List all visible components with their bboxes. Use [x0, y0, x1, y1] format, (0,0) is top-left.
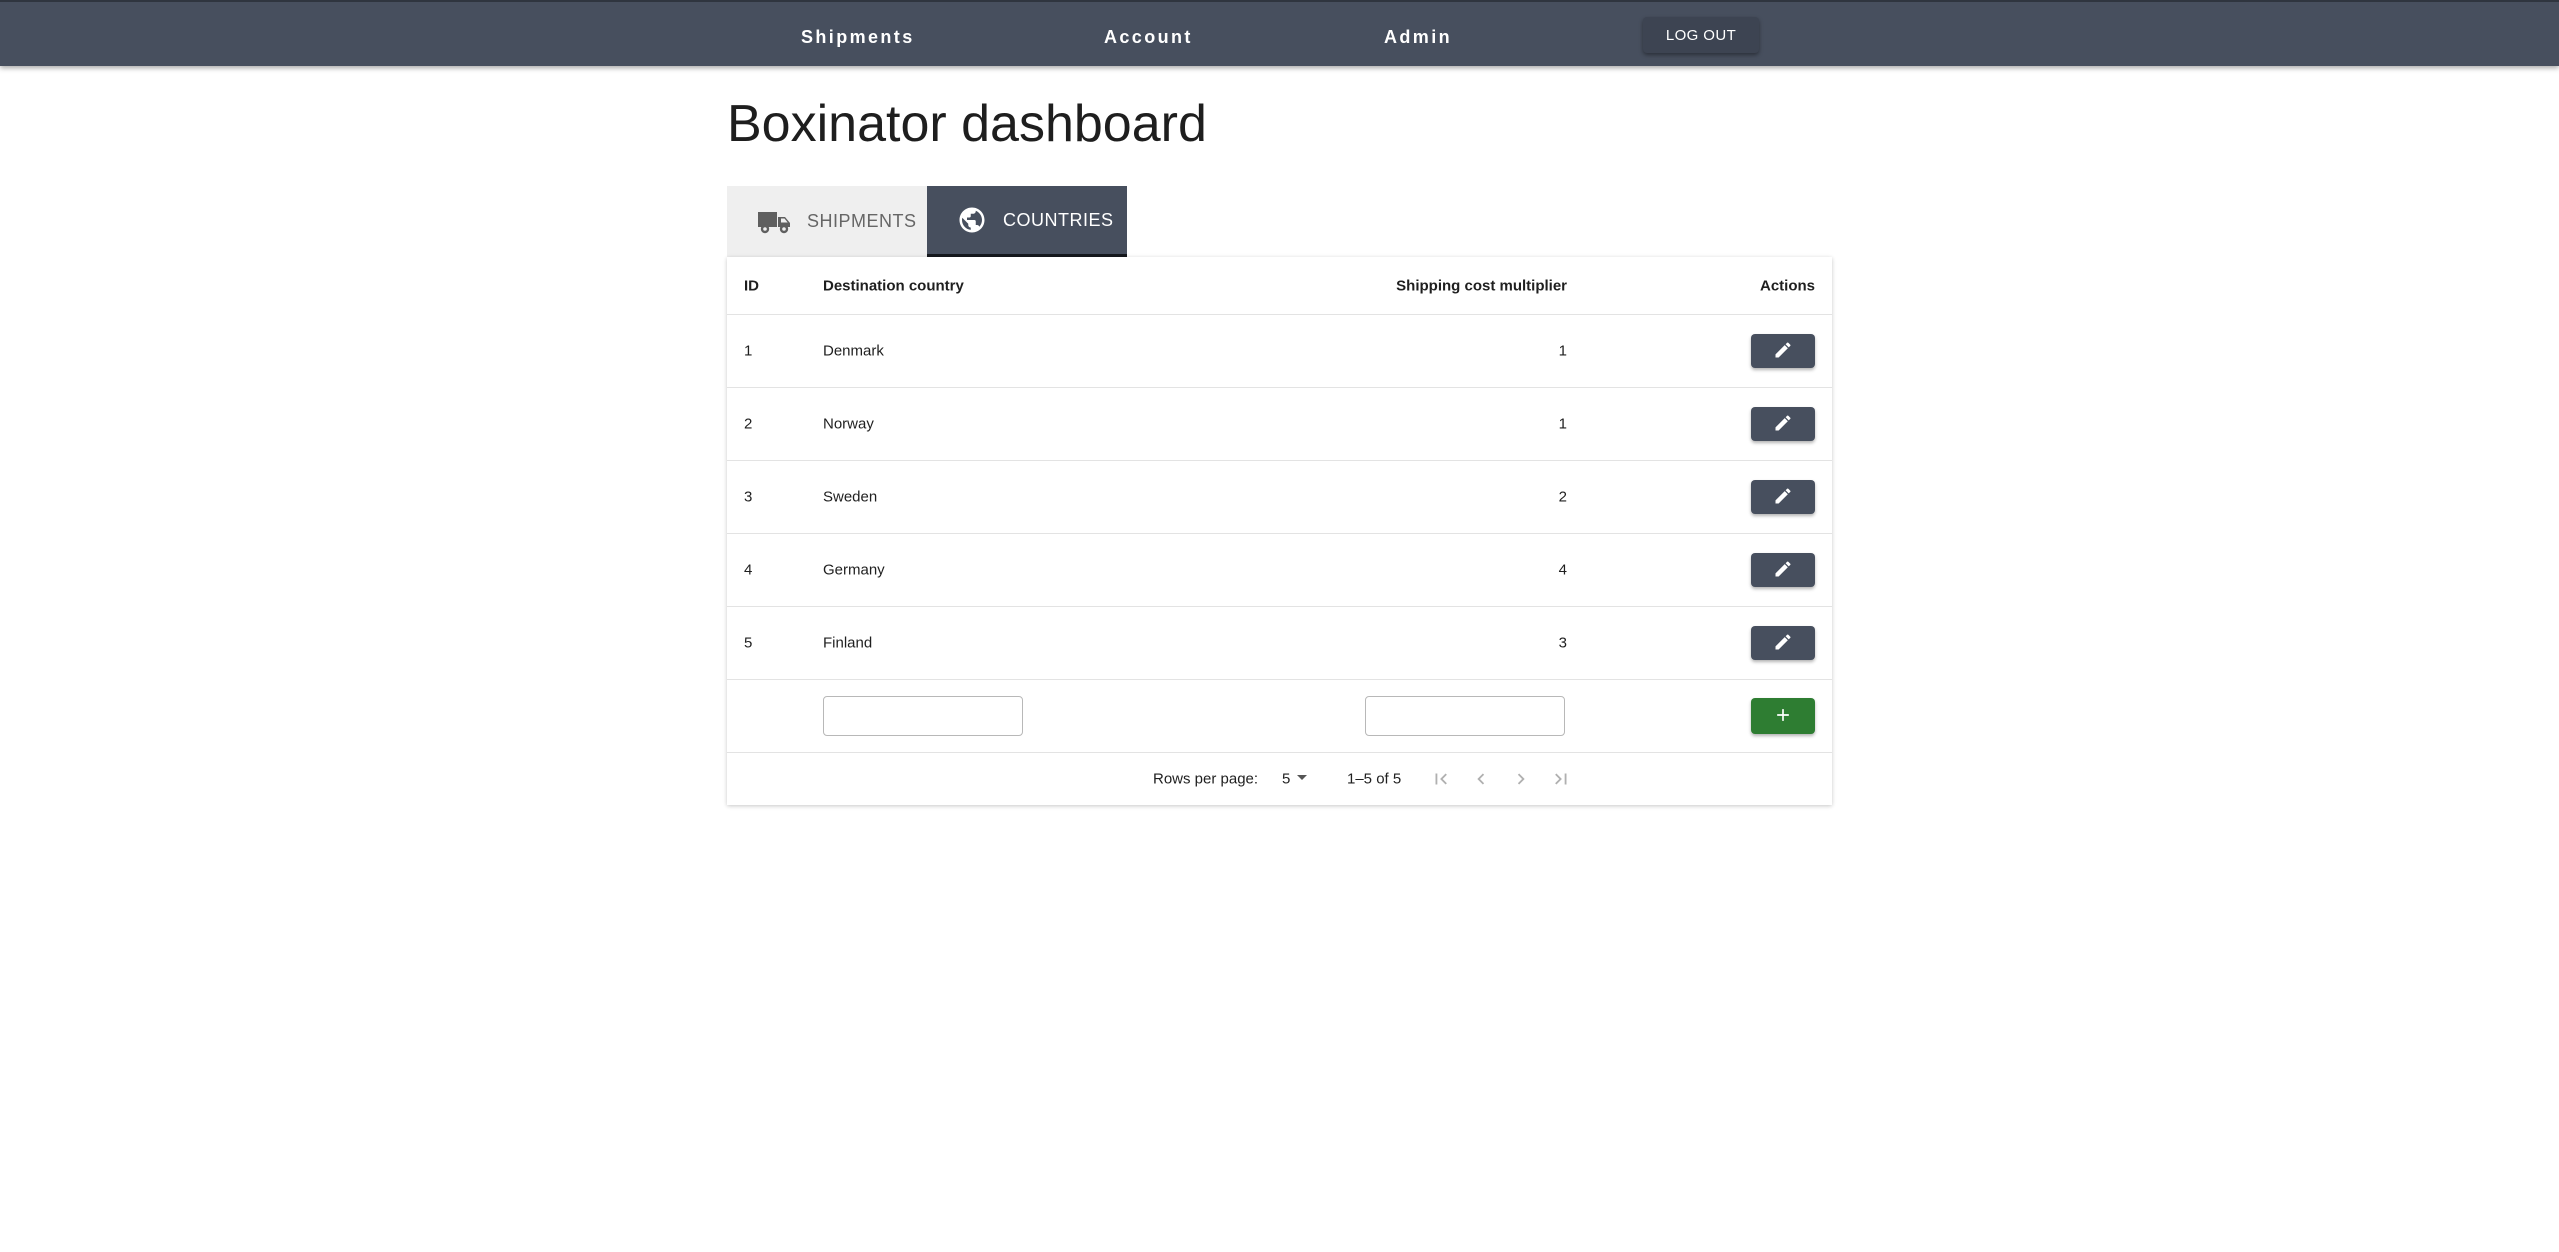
- cell-multiplier: 1: [1558, 342, 1567, 360]
- tab-countries[interactable]: COUNTRIES: [927, 186, 1127, 257]
- add-country-button[interactable]: [1751, 698, 1815, 734]
- countries-table: ID Destination country Shipping cost mul…: [727, 257, 1832, 805]
- nav-link-account[interactable]: Account: [1104, 27, 1193, 48]
- first-page-icon[interactable]: [1427, 765, 1455, 793]
- cell-country: Finland: [823, 634, 873, 652]
- pencil-icon: [1773, 413, 1793, 436]
- table-row: 3 Sweden 2: [727, 461, 1832, 534]
- table-row: 1 Denmark 1: [727, 315, 1832, 388]
- pencil-icon: [1773, 486, 1793, 509]
- cell-country: Sweden: [823, 488, 878, 506]
- cell-id: 5: [744, 634, 753, 652]
- table-row: 2 Norway 1: [727, 388, 1832, 461]
- edit-button[interactable]: [1751, 407, 1815, 441]
- top-navigation-bar: Shipments Account Admin LOG OUT: [0, 0, 2559, 66]
- cell-id: 1: [744, 342, 753, 360]
- last-page-icon[interactable]: [1547, 765, 1575, 793]
- column-header-destination-country: Destination country: [823, 277, 964, 294]
- table-pagination: Rows per page: 5 1–5 of 5: [727, 753, 1832, 805]
- edit-button[interactable]: [1751, 553, 1815, 587]
- cell-id: 4: [744, 561, 753, 579]
- nav-link-shipments[interactable]: Shipments: [801, 27, 915, 48]
- edit-button[interactable]: [1751, 480, 1815, 514]
- table-row: 4 Germany 4: [727, 534, 1832, 607]
- tab-countries-label: COUNTRIES: [1003, 209, 1114, 230]
- globe-icon: [957, 205, 987, 235]
- pagination-range: 1–5 of 5: [1347, 770, 1402, 788]
- next-page-icon[interactable]: [1507, 765, 1535, 793]
- edit-button[interactable]: [1751, 626, 1815, 660]
- new-country-multiplier-input[interactable]: [1365, 696, 1565, 736]
- caret-down-icon: [1296, 771, 1308, 788]
- pencil-icon: [1773, 632, 1793, 655]
- cell-id: 3: [744, 488, 753, 506]
- cell-multiplier: 2: [1558, 488, 1567, 506]
- table-row: 5 Finland 3: [727, 607, 1832, 680]
- page-title: Boxinator dashboard: [727, 95, 1207, 153]
- cell-country: Norway: [823, 415, 874, 433]
- cell-multiplier: 4: [1558, 561, 1567, 579]
- column-header-id: ID: [744, 277, 759, 294]
- pencil-icon: [1773, 559, 1793, 582]
- rows-per-page-value: 5: [1282, 770, 1291, 788]
- rows-per-page-label: Rows per page:: [1153, 770, 1259, 788]
- table-header-row: ID Destination country Shipping cost mul…: [727, 257, 1832, 315]
- pencil-icon: [1773, 340, 1793, 363]
- new-country-row: [727, 680, 1832, 753]
- tab-shipments-label: SHIPMENTS: [807, 211, 917, 231]
- nav-link-admin[interactable]: Admin: [1384, 27, 1452, 48]
- new-country-name-input[interactable]: [823, 696, 1023, 736]
- cell-multiplier: 1: [1558, 415, 1567, 433]
- rows-per-page-select[interactable]: 5: [1282, 771, 1308, 788]
- column-header-shipping-cost-multiplier: Shipping cost multiplier: [1396, 277, 1567, 294]
- cell-multiplier: 3: [1558, 634, 1567, 652]
- plus-icon: [1773, 705, 1793, 728]
- cell-id: 2: [744, 415, 753, 433]
- cell-country: Germany: [823, 561, 885, 579]
- cell-country: Denmark: [823, 342, 884, 360]
- truck-icon: [757, 209, 791, 235]
- column-header-actions: Actions: [1759, 277, 1815, 294]
- edit-button[interactable]: [1751, 334, 1815, 368]
- tab-shipments[interactable]: SHIPMENTS: [727, 186, 927, 257]
- logout-button[interactable]: LOG OUT: [1643, 17, 1759, 53]
- previous-page-icon[interactable]: [1467, 765, 1495, 793]
